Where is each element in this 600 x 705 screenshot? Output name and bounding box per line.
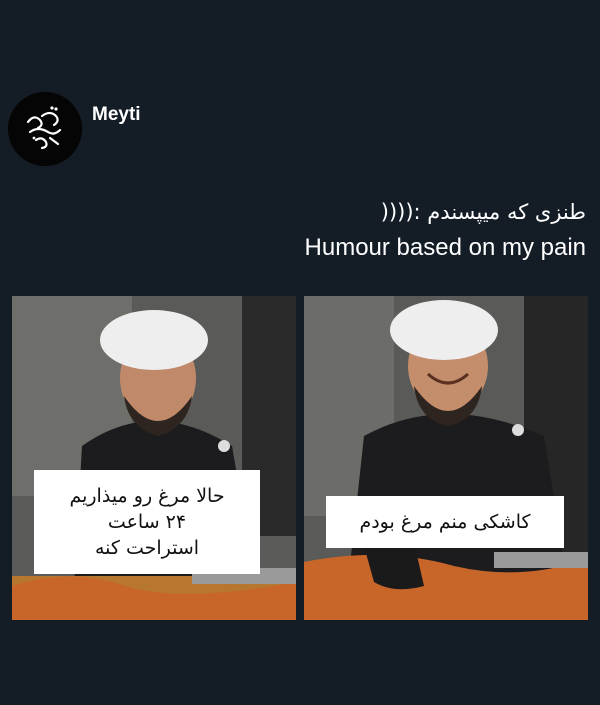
calligraphy-logo-icon bbox=[8, 92, 82, 166]
meme-panel-right: کاشکی منم مرغ بودم bbox=[304, 296, 588, 620]
meme-image[interactable]: حالا مرغ رو میذاریم ۲۴ ساعت استراحت کنه bbox=[12, 296, 588, 620]
meme-text-line: ۲۴ ساعت bbox=[107, 511, 187, 533]
chef-photo-right bbox=[304, 296, 588, 620]
tweet-post: Meyti طنزی که میپسندم :(((( Humour based… bbox=[0, 0, 600, 705]
author-name[interactable]: Meyti bbox=[92, 104, 141, 126]
avatar[interactable] bbox=[8, 92, 82, 166]
meme-text-line: استراحت کنه bbox=[94, 537, 200, 559]
meme-text-right: کاشکی منم مرغ بودم bbox=[326, 496, 564, 548]
caption-english: Humour based on my pain bbox=[304, 234, 586, 261]
meme-text-left: حالا مرغ رو میذاریم ۲۴ ساعت استراحت کنه bbox=[34, 470, 260, 574]
caption-persian: طنزی که میپسندم :(((( bbox=[380, 200, 586, 224]
meme-text-line: حالا مرغ رو میذاریم bbox=[69, 485, 225, 507]
meme-panel-left: حالا مرغ رو میذاریم ۲۴ ساعت استراحت کنه bbox=[12, 296, 296, 620]
